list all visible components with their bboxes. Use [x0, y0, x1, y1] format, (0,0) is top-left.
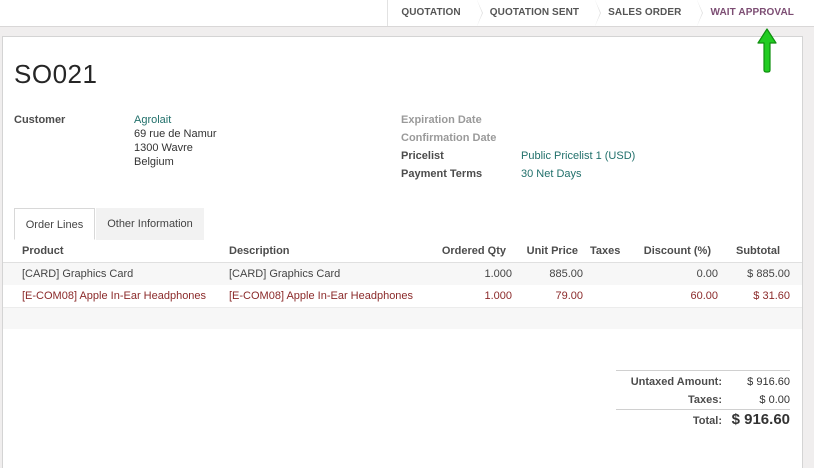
column-subtotal[interactable]: Subtotal — [736, 245, 780, 257]
pricelist-label: Pricelist — [401, 150, 444, 162]
table-header: Product Description Ordered Qty Unit Pri… — [3, 240, 802, 263]
totals-divider — [616, 370, 790, 371]
order-lines-table: Product Description Ordered Qty Unit Pri… — [3, 240, 802, 329]
customer-address-line-2: 1300 Wavre — [134, 142, 193, 154]
column-product[interactable]: Product — [22, 245, 64, 257]
totals-divider — [616, 409, 790, 410]
untaxed-amount-label: Untaxed Amount: — [630, 376, 722, 388]
status-step-sales-order[interactable]: SALES ORDER — [595, 0, 704, 26]
confirmation-date-label: Confirmation Date — [401, 132, 497, 144]
tab-order-lines[interactable]: Order Lines — [14, 208, 95, 240]
column-discount[interactable]: Discount (%) — [644, 245, 711, 257]
tab-other-information[interactable]: Other Information — [96, 208, 204, 240]
column-taxes[interactable]: Taxes — [590, 245, 620, 257]
customer-address-line-3: Belgium — [134, 156, 174, 168]
status-step-quotation-sent[interactable]: QUOTATION SENT — [477, 0, 602, 26]
row-qty: 1.000 — [484, 290, 512, 302]
row-qty: 1.000 — [484, 268, 512, 280]
pointer-arrow-icon — [757, 28, 777, 73]
expiration-date-label: Expiration Date — [401, 114, 482, 126]
status-bar: QUOTATION QUOTATION SENT SALES ORDER WAI… — [0, 0, 814, 27]
row-description: [CARD] Graphics Card — [229, 268, 341, 280]
column-ordered-qty[interactable]: Ordered Qty — [442, 245, 506, 257]
untaxed-amount-value: $ 916.60 — [747, 376, 790, 388]
customer-link[interactable]: Agrolait — [134, 114, 171, 126]
row-product: [E-COM08] Apple In-Ear Headphones — [22, 290, 207, 302]
total-label: Total: — [692, 415, 722, 427]
row-description: [E-COM08] Apple In-Ear Headphones — [229, 290, 414, 302]
total-value: $ 916.60 — [731, 411, 790, 428]
taxes-label: Taxes: — [687, 394, 722, 406]
customer-address-line-1: 69 rue de Namur — [134, 128, 217, 140]
table-footer-row — [3, 307, 802, 329]
page-title: SO021 — [14, 59, 98, 89]
row-subtotal: $ 31.60 — [753, 290, 790, 302]
row-unit-price: 79.00 — [555, 290, 583, 302]
status-steps: QUOTATION QUOTATION SENT SALES ORDER WAI… — [387, 0, 810, 26]
status-step-quotation[interactable]: QUOTATION — [387, 0, 484, 26]
row-unit-price: 885.00 — [549, 268, 583, 280]
pricelist-link[interactable]: Public Pricelist 1 (USD) — [521, 150, 635, 162]
row-product: [CARD] Graphics Card — [22, 268, 134, 280]
row-subtotal: $ 885.00 — [747, 268, 790, 280]
column-unit-price[interactable]: Unit Price — [527, 245, 578, 257]
column-description[interactable]: Description — [229, 245, 290, 257]
table-row[interactable]: [E-COM08] Apple In-Ear Headphones [E-COM… — [3, 285, 802, 307]
table-row[interactable]: [CARD] Graphics Card [CARD] Graphics Car… — [3, 263, 802, 285]
notebook-tabs: Order Lines Other Information — [3, 208, 802, 241]
payment-terms-label: Payment Terms — [401, 168, 483, 180]
payment-terms-link[interactable]: 30 Net Days — [521, 168, 582, 180]
customer-label: Customer — [14, 114, 66, 126]
row-discount: 60.00 — [690, 290, 718, 302]
status-step-wait-approval[interactable]: WAIT APPROVAL — [697, 0, 810, 26]
taxes-value: $ 0.00 — [759, 394, 790, 406]
form-sheet: SO021 Customer Agrolait 69 rue de Namur … — [2, 36, 803, 468]
row-discount: 0.00 — [696, 268, 718, 280]
